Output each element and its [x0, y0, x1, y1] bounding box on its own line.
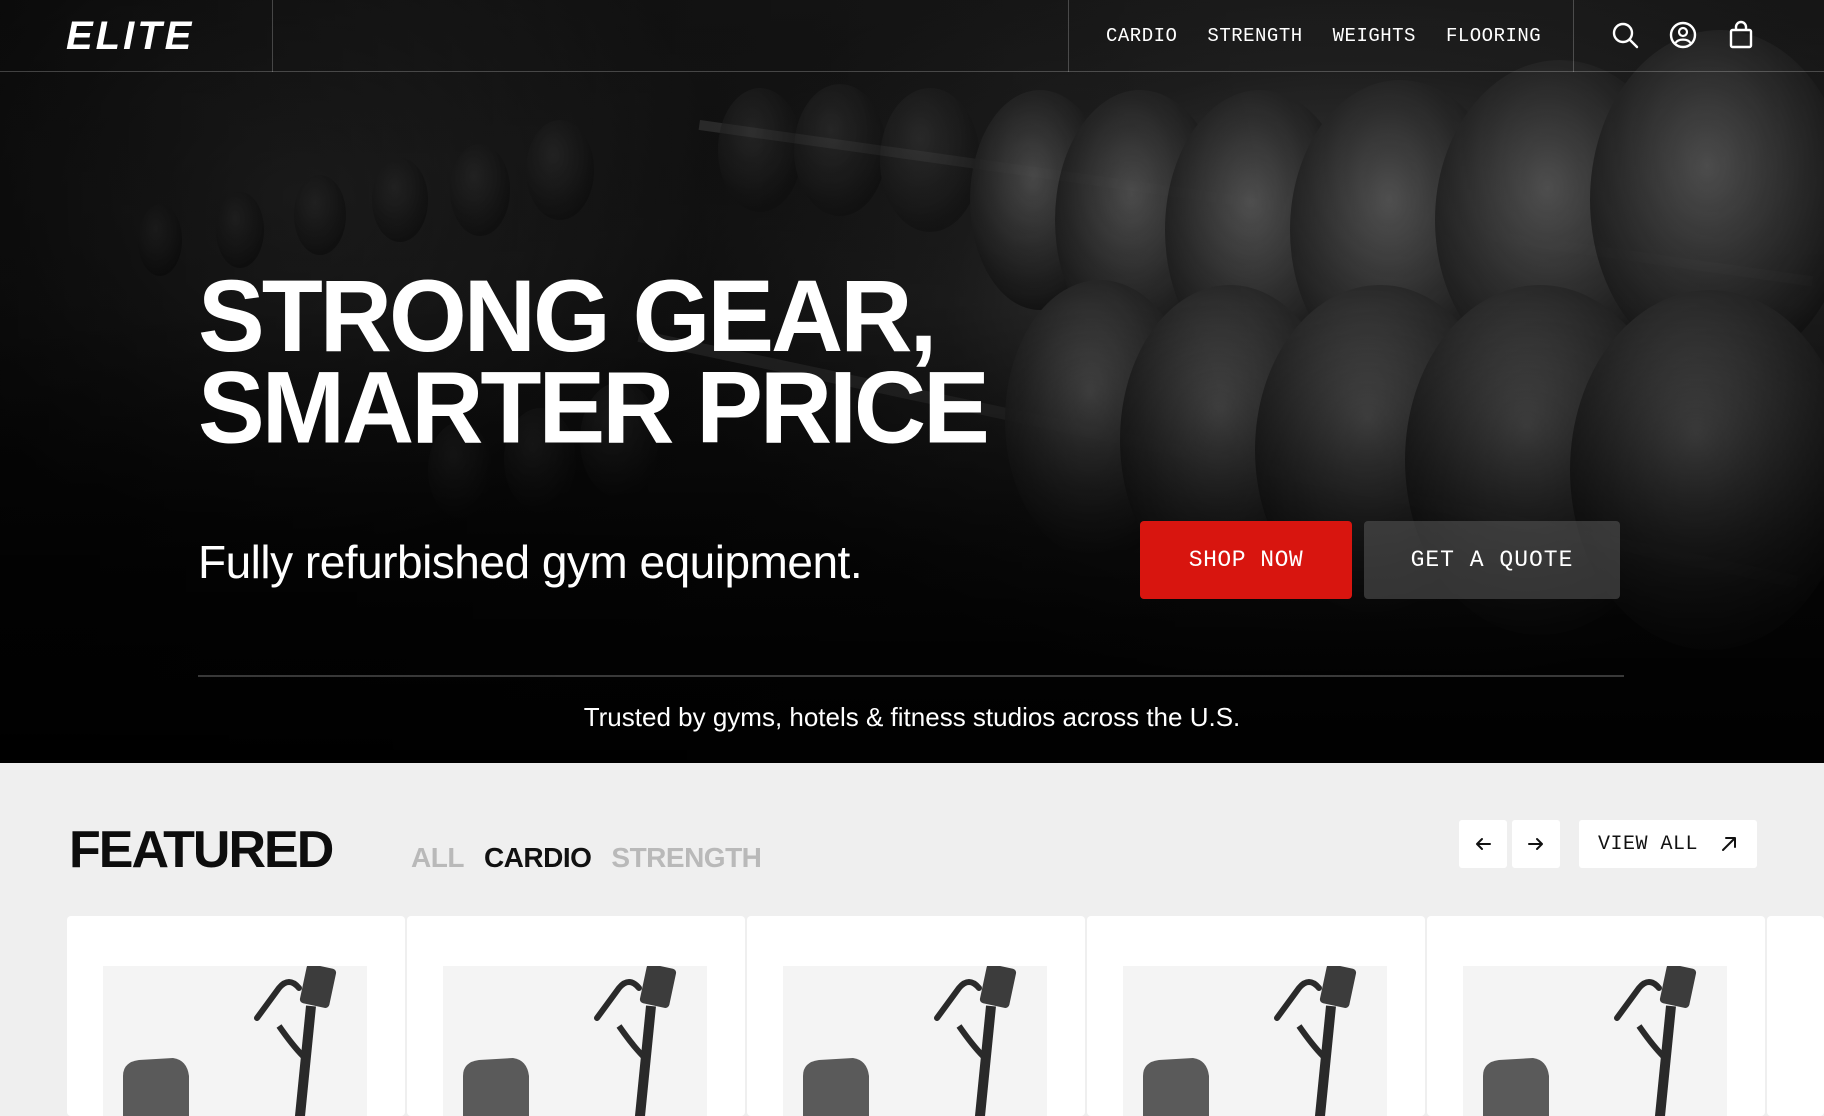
nav-item-flooring[interactable]: FLOORING	[1446, 25, 1541, 47]
featured-title: FEATURED	[69, 821, 334, 879]
shop-now-button[interactable]: SHOP NOW	[1140, 521, 1352, 599]
featured-tabs: ALL CARDIO STRENGTH	[411, 842, 762, 874]
tab-strength[interactable]: STRENGTH	[611, 842, 762, 874]
header-divider	[1068, 0, 1069, 72]
hero-section: ELITE CARDIO STRENGTH WEIGHTS FLOORING S…	[0, 0, 1824, 763]
product-image	[1463, 964, 1727, 1116]
product-card-partial[interactable]	[1767, 916, 1824, 1116]
tab-cardio[interactable]: CARDIO	[484, 842, 592, 874]
product-image	[103, 964, 367, 1116]
nav-item-weights[interactable]: WEIGHTS	[1333, 25, 1416, 47]
view-all-label: VIEW ALL	[1597, 832, 1698, 856]
trusted-by-text: Trusted by gyms, hotels & fitness studio…	[583, 702, 1241, 732]
arrow-right-icon	[1528, 838, 1543, 850]
site-header: ELITE CARDIO STRENGTH WEIGHTS FLOORING	[0, 0, 1824, 72]
header-divider	[272, 0, 273, 72]
arrow-up-right-icon	[1722, 837, 1736, 851]
search-icon[interactable]	[1610, 20, 1640, 50]
product-card[interactable]	[407, 916, 745, 1116]
account-icon[interactable]	[1668, 20, 1698, 50]
product-image	[783, 964, 1047, 1116]
product-image	[443, 964, 707, 1116]
view-all-button[interactable]: VIEW ALL	[1579, 820, 1757, 868]
hero-divider	[198, 675, 1624, 677]
hero-headline-line1: STRONG GEAR,	[198, 258, 937, 374]
brand-logo[interactable]: ELITE	[66, 16, 194, 56]
hero-subheading: Fully refurbished gym equipment.	[198, 536, 863, 588]
next-button[interactable]	[1512, 820, 1560, 868]
header-icons	[1610, 20, 1756, 50]
product-card[interactable]	[1087, 916, 1425, 1116]
bag-icon[interactable]	[1726, 20, 1756, 50]
nav-item-strength[interactable]: STRENGTH	[1207, 25, 1302, 47]
previous-button[interactable]	[1459, 820, 1507, 868]
product-card[interactable]	[1427, 916, 1765, 1116]
arrow-left-icon	[1476, 838, 1491, 850]
header-divider	[1573, 0, 1574, 72]
product-card[interactable]	[747, 916, 1085, 1116]
hero-headline-line2: SMARTER PRICE	[198, 350, 990, 466]
hero-headline: STRONG GEAR, SMARTER PRICE	[198, 258, 990, 466]
tab-all[interactable]: ALL	[411, 842, 464, 874]
nav-item-cardio[interactable]: CARDIO	[1106, 25, 1177, 47]
get-quote-button[interactable]: GET A QUOTE	[1364, 521, 1620, 599]
main-nav: CARDIO STRENGTH WEIGHTS FLOORING	[1106, 0, 1541, 72]
product-image	[1123, 964, 1387, 1116]
product-card[interactable]	[67, 916, 405, 1116]
